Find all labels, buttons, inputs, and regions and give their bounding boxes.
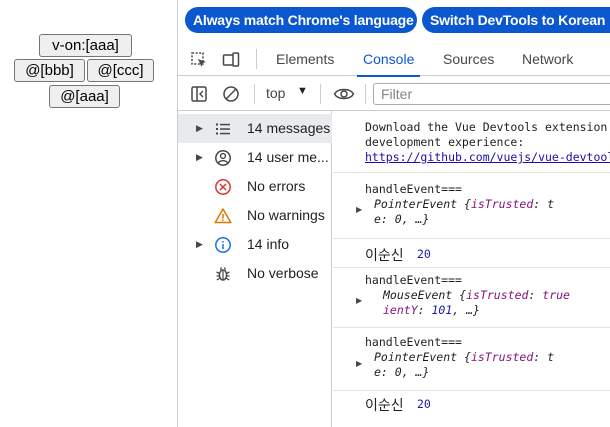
- bug-icon: [216, 267, 230, 281]
- expand-arrow-icon[interactable]: ▶: [196, 152, 203, 163]
- sidebar-item-verbose[interactable]: No verbose: [178, 259, 332, 288]
- expand-object-icon[interactable]: ▶: [356, 205, 362, 214]
- message-name: 이순신: [365, 398, 404, 414]
- sidebar-item-user-messages[interactable]: ▶ 14 user me...: [178, 143, 332, 172]
- sidebar-item-label: 14 info: [247, 236, 290, 252]
- live-expression-eye-icon[interactable]: [333, 85, 355, 103]
- message-text: development experience:: [365, 135, 525, 149]
- tab-console[interactable]: Console: [356, 43, 421, 77]
- ccc-button[interactable]: @[ccc]: [87, 59, 154, 82]
- tab-elements[interactable]: Elements: [276, 43, 334, 76]
- sidebar-item-label: No errors: [247, 178, 306, 194]
- sidebar-item-warnings[interactable]: No warnings: [178, 201, 332, 230]
- match-language-button[interactable]: Always match Chrome's language: [185, 7, 417, 33]
- object-key: isTrusted: [470, 197, 534, 211]
- filter-input[interactable]: [373, 83, 610, 105]
- message-text: handleEvent===: [365, 273, 462, 287]
- list-icon: [216, 123, 230, 135]
- sidebar-item-label: 14 messages: [247, 120, 331, 136]
- event-object-preview[interactable]: PointerEvent {isTrusted: t: [374, 350, 554, 364]
- toolbar-divider: [256, 49, 257, 69]
- chevron-down-icon[interactable]: ▼: [297, 85, 308, 97]
- console-message: handleEvent=== ▶ PointerEvent {isTrusted…: [333, 173, 610, 239]
- sidebar-toggle-icon[interactable]: [190, 85, 208, 103]
- devtools-panel: Always match Chrome's language Switch De…: [177, 0, 610, 427]
- object-type: PointerEvent: [374, 197, 458, 211]
- message-text: handleEvent===: [365, 335, 462, 349]
- console-message: 이순신 20: [333, 391, 610, 420]
- tab-sources[interactable]: Sources: [443, 43, 494, 76]
- warning-icon: [214, 208, 232, 224]
- sidebar-item-errors[interactable]: No errors: [178, 172, 332, 201]
- sidebar-item-info[interactable]: ▶ 14 info: [178, 230, 332, 259]
- object-number: 101: [431, 303, 453, 317]
- language-infobar: Always match Chrome's language Switch De…: [178, 0, 610, 40]
- message-text: Download the Vue Devtools extension for …: [365, 120, 608, 134]
- sidebar-item-messages[interactable]: ▶ 14 messages: [178, 114, 332, 143]
- toolbar-divider: [320, 84, 321, 104]
- sidebar-item-label: No warnings: [247, 207, 325, 223]
- console-message: 이순신 20: [333, 239, 610, 268]
- expand-arrow-icon[interactable]: ▶: [196, 123, 203, 134]
- event-object-preview-tail: e: 0, …}: [374, 365, 430, 379]
- expand-object-icon[interactable]: ▶: [356, 359, 362, 368]
- aaa-button[interactable]: @[aaa]: [49, 85, 120, 108]
- expand-arrow-icon[interactable]: ▶: [196, 239, 203, 250]
- event-object-preview-tail: e: 0, …}: [374, 212, 430, 226]
- tab-network[interactable]: Network: [522, 43, 573, 76]
- event-object-preview-tail: ientY: 101, …}: [383, 303, 480, 317]
- object-tail: , …}: [452, 303, 480, 317]
- console-message: handleEvent=== ▶ MouseEvent {isTrusted: …: [333, 268, 610, 328]
- object-key: ientY: [383, 303, 418, 317]
- sidebar-item-label: 14 user me...: [247, 149, 329, 165]
- user-icon: [215, 150, 231, 166]
- toolbar-divider: [365, 84, 366, 104]
- devtools-tab-bar: Elements Console Sources Network: [178, 43, 610, 77]
- expand-object-icon[interactable]: ▶: [356, 296, 362, 305]
- message-number: 20: [417, 247, 431, 261]
- error-icon: [215, 179, 231, 195]
- clear-console-icon[interactable]: [222, 85, 240, 103]
- inspect-element-icon[interactable]: [190, 51, 208, 69]
- device-toolbar-icon[interactable]: [222, 51, 240, 69]
- info-icon: [215, 237, 231, 253]
- object-type: PointerEvent: [374, 350, 458, 364]
- vue-devtools-link[interactable]: https://github.com/vuejs/vue-devtools: [365, 150, 610, 164]
- sidebar-item-label: No verbose: [247, 265, 319, 281]
- message-number: 20: [417, 397, 431, 411]
- message-text: handleEvent===: [365, 182, 462, 196]
- context-selector[interactable]: top: [266, 85, 285, 101]
- switch-korean-button[interactable]: Switch DevTools to Korean: [422, 7, 610, 33]
- event-object-preview[interactable]: MouseEvent {isTrusted: true: [383, 288, 570, 302]
- object-value: true: [542, 288, 570, 302]
- message-name: 이순신: [365, 248, 404, 264]
- object-type: MouseEvent: [383, 288, 453, 302]
- bbb-button[interactable]: @[bbb]: [14, 59, 85, 82]
- console-messages: Download the Vue Devtools extension for …: [333, 111, 610, 427]
- console-sidebar: ▶ 14 messages ▶ 14 user me... No errors: [178, 111, 332, 427]
- console-message: handleEvent=== ▶ PointerEvent {isTrusted…: [333, 328, 610, 391]
- toolbar-divider: [254, 84, 255, 104]
- console-message: Download the Vue Devtools extension for …: [333, 111, 610, 173]
- v-on-aaa-button[interactable]: v-on:[aaa]: [39, 34, 132, 57]
- object-key: isTrusted: [466, 288, 529, 302]
- event-object-preview[interactable]: PointerEvent {isTrusted: t: [374, 197, 554, 211]
- console-toolbar: top ▼: [178, 77, 610, 111]
- object-key: isTrusted: [470, 350, 534, 364]
